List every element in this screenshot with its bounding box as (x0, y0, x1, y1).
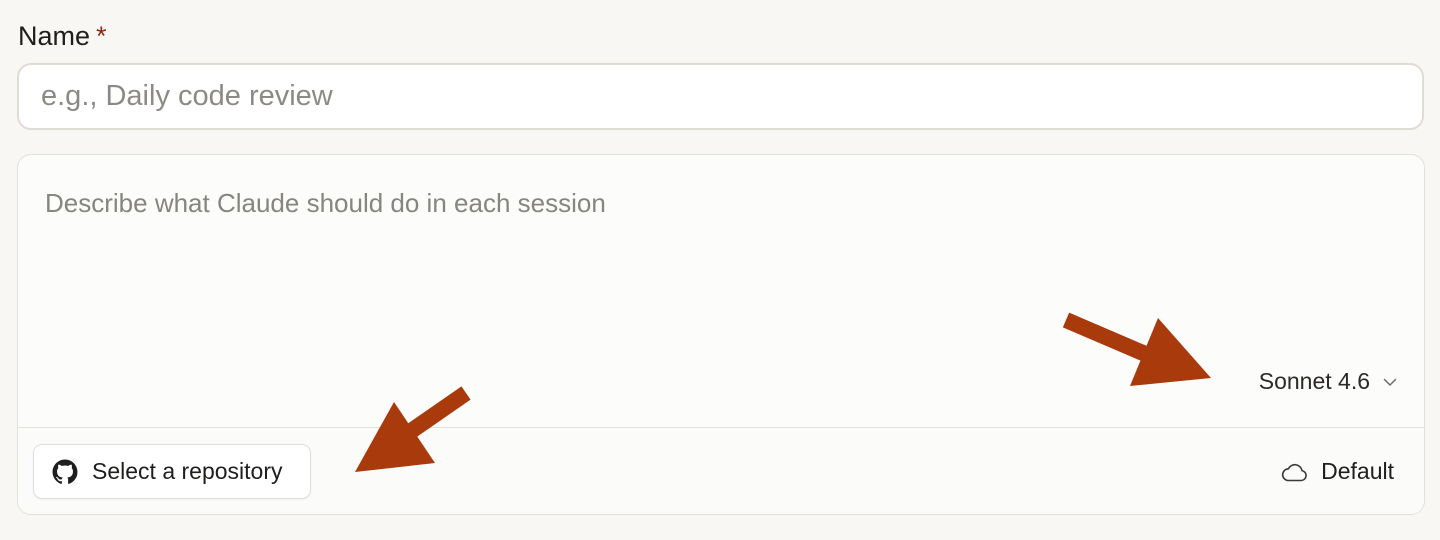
name-input[interactable] (17, 63, 1424, 130)
model-selector-label: Sonnet 4.6 (1258, 368, 1370, 394)
environment-label: Default (1321, 458, 1394, 484)
github-icon (52, 459, 78, 485)
select-repository-label: Select a repository (92, 458, 283, 484)
environment-selector[interactable]: Default (1279, 458, 1394, 485)
name-field-label: Name * (18, 18, 107, 54)
select-repository-button[interactable]: Select a repository (33, 444, 311, 499)
cloud-icon (1279, 460, 1309, 484)
chevron-down-icon (1382, 374, 1398, 390)
model-selector[interactable]: Sonnet 4.6 (1259, 368, 1398, 395)
session-composer: Sonnet 4.6 Select a repository Default (17, 154, 1425, 515)
required-indicator: * (96, 21, 107, 51)
composer-footer: Select a repository Default (18, 428, 1424, 514)
session-prompt-input[interactable] (18, 155, 1423, 355)
name-label-text: Name (18, 21, 91, 51)
